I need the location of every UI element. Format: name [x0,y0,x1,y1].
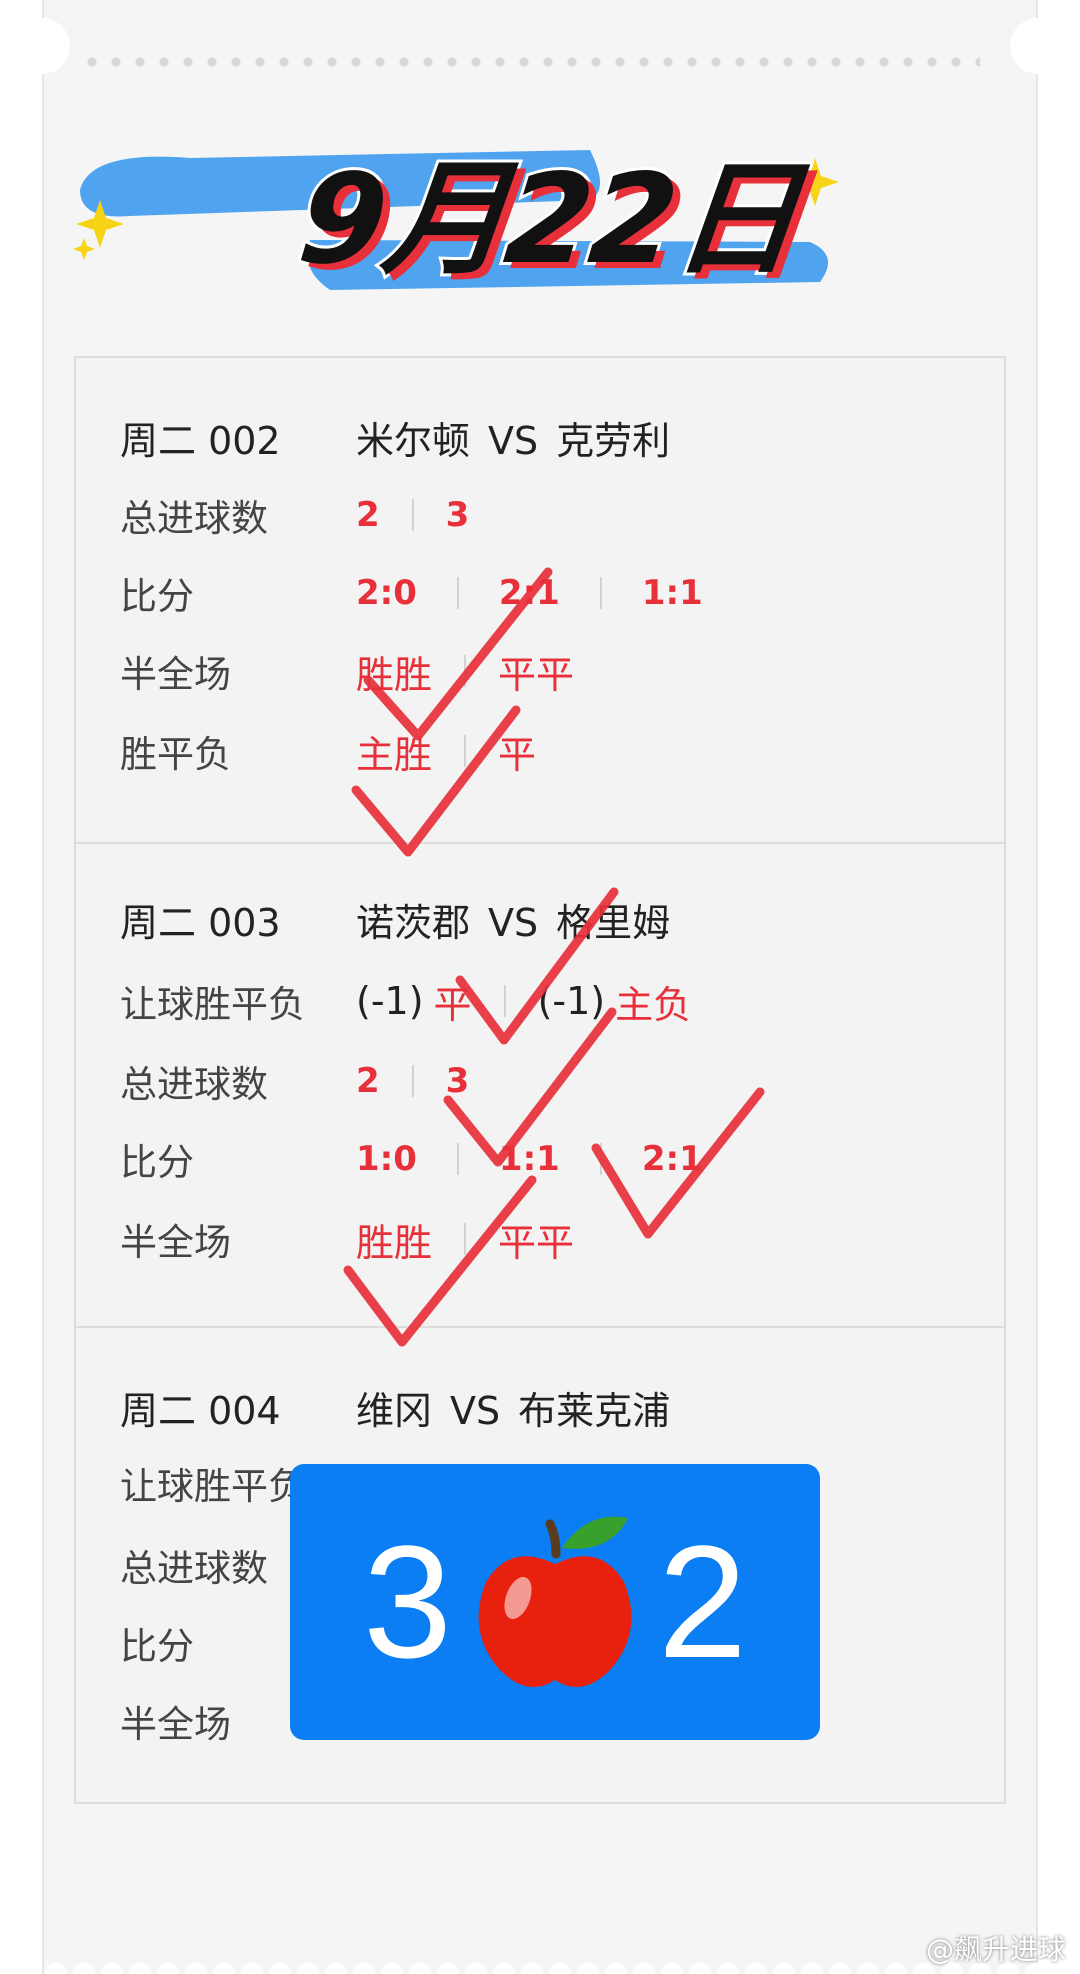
match-header: 周二 004 维冈 VS 布莱克浦 [120,1380,670,1435]
prediction-values: (-1) 平 (-1) 主负 [356,974,691,1029]
divider [456,1143,459,1175]
red-apple-icon [478,1516,632,1688]
pick-value: 2 [356,1061,380,1101]
handicap-value: (-1) [537,979,606,1023]
home-team: 维冈 [356,1388,433,1433]
score-badge: 3 2 [290,1464,820,1740]
watermark: @飙升进球 [925,1933,1066,1966]
divider [599,1143,602,1175]
divider [599,577,602,609]
ticket-bottom-edge [42,1946,1038,1974]
row-label: 半全场 [120,653,231,696]
home-team: 米尔顿 [356,418,471,463]
prediction-values: 2:0 2:1 1:1 [356,573,703,613]
ticket-notch-right [1010,18,1066,74]
match-teams: 米尔顿 VS 克劳利 [356,410,670,465]
divider [503,985,506,1017]
score-right: 2 [658,1512,747,1691]
prediction-row: 总进球数 2 3 [120,490,469,540]
prediction-row: 总进球数 2 3 [120,1056,469,1106]
pick-value: 2:1 [498,573,560,613]
match-teams: 维冈 VS 布莱克浦 [356,1380,670,1435]
away-team: 布莱克浦 [518,1388,671,1433]
pick-value: 3 [445,1061,470,1101]
perforation-dots [80,56,980,68]
header: 9月22日 [70,130,850,340]
divider [411,1065,414,1097]
pick-value: 1:1 [498,1139,560,1179]
match-teams: 诺茨郡 VS 格里姆 [356,892,670,947]
home-team: 诺茨郡 [356,900,471,945]
page-title: 9月22日 [289,145,807,295]
prediction-row: 半全场 胜胜 平平 [120,1212,574,1267]
ticket-notch-left [14,18,70,74]
divider [411,499,414,531]
pick-value: 胜胜 [356,1220,433,1265]
pick-value: 平 [498,732,537,777]
prediction-row: 胜平负 主胜 平 [120,724,536,779]
prediction-values: 2 3 [356,1061,469,1101]
divider [464,655,467,687]
prediction-values: 2 3 [356,495,469,535]
match-section: 周二 003 诺茨郡 VS 格里姆 让球胜平负 (-1) 平 (-1) 主负 总进球… [76,842,1004,1328]
handicap-value: (-1) [356,979,424,1023]
row-label: 总进球数 [120,1063,268,1106]
prediction-values: 1:0 1:1 2:1 [356,1139,703,1179]
prediction-values: 主胜 平 [356,724,536,779]
pick-value: 1:0 [356,1139,417,1179]
pick-value: 平 [433,982,472,1027]
pick-value: 胜胜 [356,652,433,697]
match-code: 周二 004 [120,1388,281,1433]
score-left: 3 [363,1512,452,1691]
prediction-values: 胜胜 平平 [356,644,574,699]
vs-label: VS [488,900,539,945]
pick-value: 2:0 [356,573,417,613]
match-code: 周二 002 [120,418,281,463]
divider [456,577,459,609]
match-section: 周二 002 米尔顿 VS 克劳利 总进球数 2 3 比分 2:0 2:1 1:1 [76,358,1004,842]
away-team: 格里姆 [556,900,671,945]
match-header: 周二 003 诺茨郡 VS 格里姆 [120,892,670,947]
row-label: 半全场 [120,1221,231,1264]
prediction-row: 比分 2:0 2:1 1:1 [120,568,703,618]
row-label: 胜平负 [120,733,231,776]
match-code: 周二 003 [120,900,281,945]
prediction-row: 半全场 胜胜 平平 [120,644,574,699]
pick-value: 平平 [498,1220,575,1265]
divider [464,1223,467,1255]
pick-value: 2 [356,495,380,535]
vs-label: VS [450,1388,501,1433]
row-label: 让球胜平负 [120,983,305,1026]
pick-value: 1:1 [641,573,703,613]
prediction-values: 胜胜 平平 [356,1212,574,1267]
pick-value: 主胜 [356,732,433,777]
pick-value: 平平 [498,652,575,697]
row-label: 比分 [120,575,194,618]
pick-cell: (-1) 主负 [538,974,692,1029]
pick-cell: (-1) 平 [356,974,472,1029]
pick-value: 主负 [615,982,692,1027]
away-team: 克劳利 [556,418,671,463]
pick-value: 2:1 [641,1139,703,1179]
prediction-row: 比分 1:0 1:1 2:1 [120,1134,703,1184]
vs-label: VS [488,418,539,463]
row-label: 总进球数 [120,497,268,540]
divider [464,735,467,767]
prediction-row: 让球胜平负 (-1) 平 (-1) 主负 [120,974,691,1029]
row-label: 比分 [120,1141,194,1184]
match-header: 周二 002 米尔顿 VS 克劳利 [120,410,670,465]
pick-value: 3 [445,495,470,535]
